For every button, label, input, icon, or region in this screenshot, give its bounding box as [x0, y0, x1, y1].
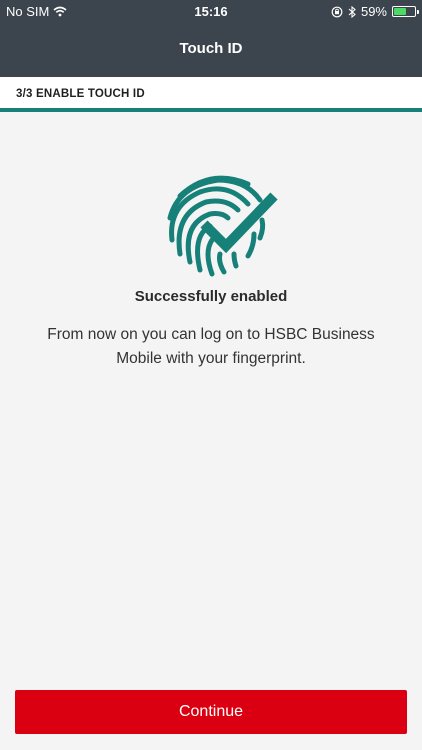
app-header: No SIM 15:16 59% Touch ID — [0, 0, 422, 77]
step-label: 3/3 ENABLE TOUCH ID — [16, 88, 145, 100]
status-right: 59% — [331, 4, 419, 19]
battery-icon — [392, 6, 419, 17]
rotation-lock-icon — [331, 6, 343, 17]
success-title: Successfully enabled — [134, 288, 288, 305]
status-bar: No SIM 15:16 59% — [0, 0, 422, 22]
battery-tip — [417, 10, 419, 14]
bluetooth-icon — [348, 5, 356, 18]
page-title: Touch ID — [179, 40, 243, 57]
battery-percent: 59% — [360, 4, 387, 19]
fingerprint-check-icon — [167, 175, 278, 277]
battery-level — [394, 8, 406, 15]
success-description: From now on you can log on to HSBC Busin… — [47, 326, 375, 367]
continue-button[interactable]: Continue — [15, 690, 407, 734]
step-indicator: 3/3 ENABLE TOUCH ID — [0, 77, 422, 112]
